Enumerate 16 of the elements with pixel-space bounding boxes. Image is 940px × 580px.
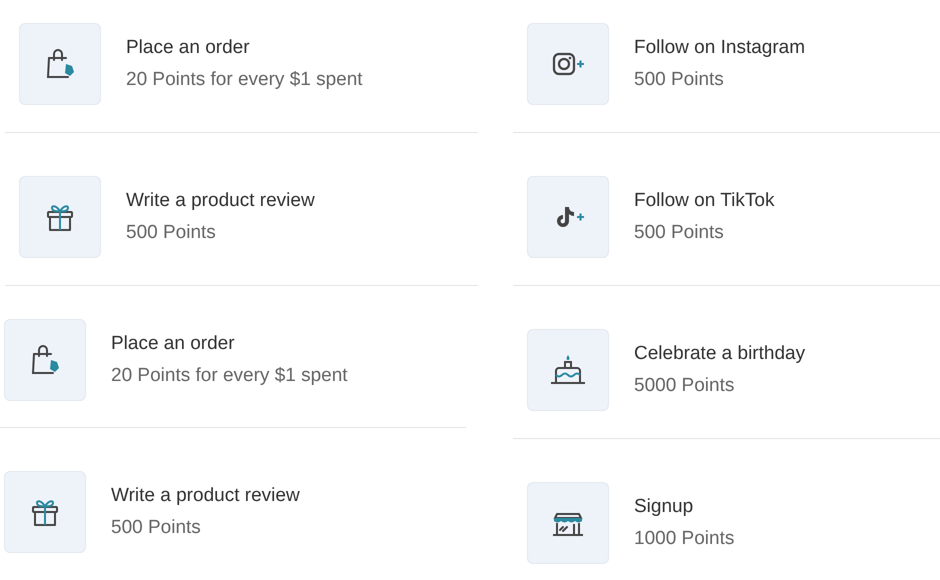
reward-points: 500 Points (634, 221, 724, 245)
reward-points: 500 Points (126, 221, 216, 245)
reward-title: Signup (634, 495, 694, 519)
reward-title: Follow on TikTok (634, 189, 774, 213)
reward-title: Place an order (126, 36, 250, 60)
reward-title: Celebrate a birthday (634, 342, 806, 366)
reward-title: Follow on Instagram (634, 36, 806, 60)
reward-points: 500 Points (634, 68, 724, 92)
reward-points: 1000 Points (634, 527, 734, 551)
reward-points: 5000 Points (634, 374, 734, 398)
reward-title: Write a product review (126, 189, 315, 213)
reward-title: Write a product review (111, 484, 300, 508)
reward-points: 20 Points for every $1 spent (126, 68, 363, 92)
reward-title: Place an order (111, 332, 235, 356)
reward-points: 500 Points (111, 516, 201, 540)
reward-points: 20 Points for every $1 spent (111, 364, 348, 388)
